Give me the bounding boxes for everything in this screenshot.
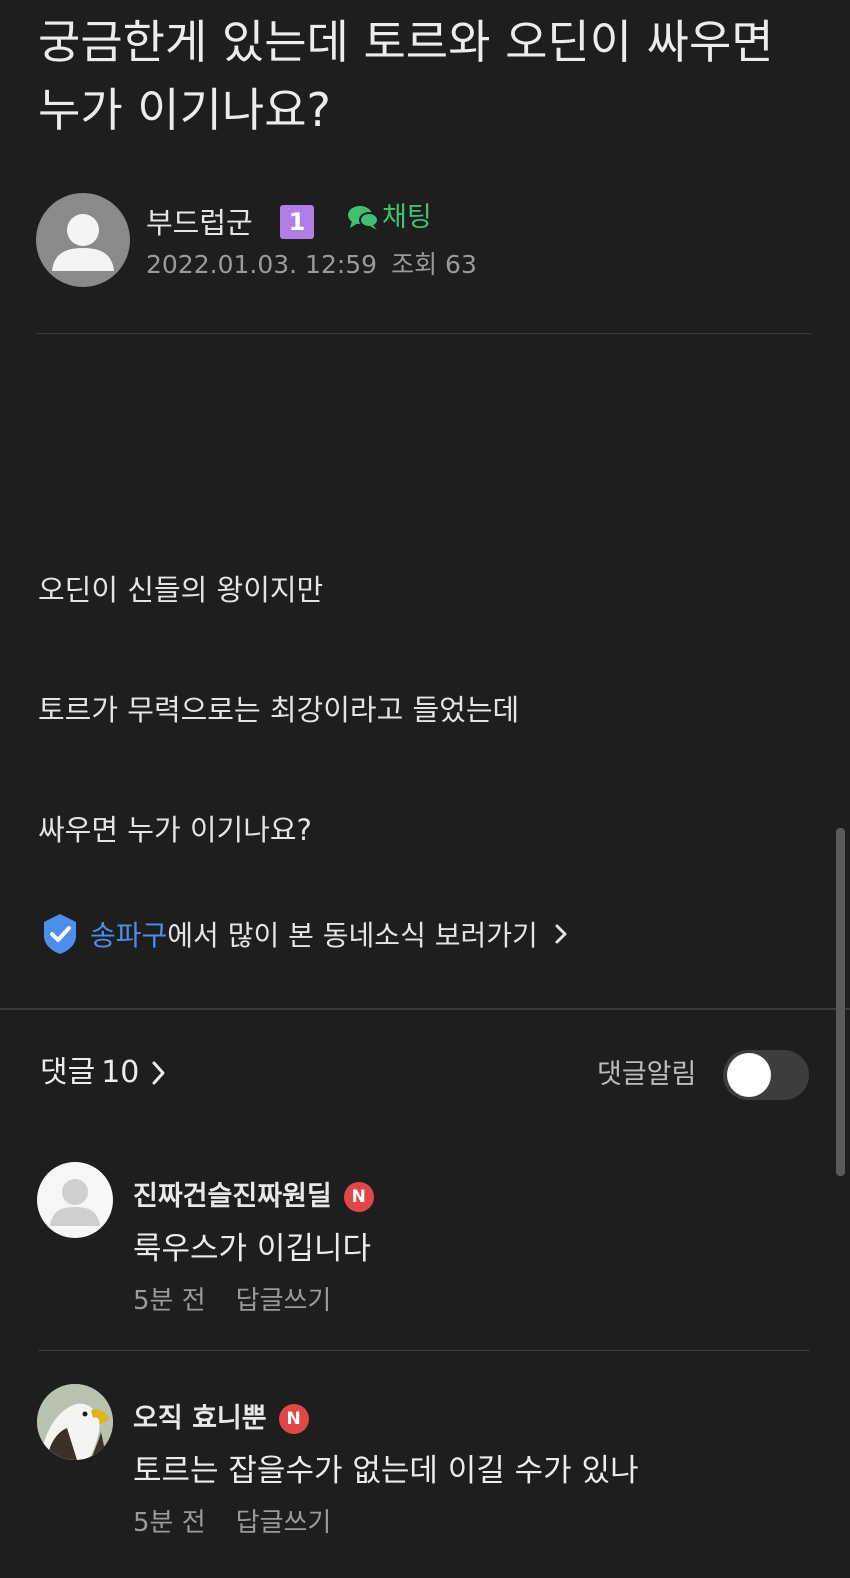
- divider: [36, 333, 811, 334]
- comment-text: 룩우스가 이깁니다: [133, 1231, 372, 1267]
- comment-time: 5분 전: [133, 1286, 206, 1316]
- post-date: 2022.01.03. 12:59: [146, 250, 378, 279]
- reply-button[interactable]: 답글쓰기: [236, 1283, 332, 1319]
- verified-location-icon: [44, 914, 76, 954]
- comment-author-name[interactable]: 진짜건슬진짜원딜: [133, 1179, 332, 1215]
- comment-author-name[interactable]: 오직 효니뿐: [133, 1401, 267, 1437]
- new-badge: N: [278, 1404, 309, 1434]
- comment-avatar[interactable]: [37, 1384, 113, 1460]
- scrollbar[interactable]: [836, 828, 845, 1176]
- eagle-avatar-icon: [37, 1384, 113, 1460]
- local-news-text: 에서 많이 본 동네소식 보러가기: [167, 919, 538, 952]
- comment-author-row: 오직 효니뿐 N: [133, 1401, 309, 1437]
- chat-bubble-icon: [348, 206, 379, 230]
- comments-header[interactable]: 댓글 10: [40, 1051, 173, 1095]
- post-meta: 2022.01.03. 12:59 조회 63: [146, 247, 477, 283]
- comment-notification-label: 댓글알림: [597, 1059, 697, 1090]
- comment-author-row: 진짜건슬진짜원딜 N: [133, 1179, 374, 1215]
- comment-notification-toggle[interactable]: [723, 1050, 809, 1100]
- comment-avatar[interactable]: [37, 1162, 113, 1238]
- author-name[interactable]: 부드럽군: [146, 203, 253, 243]
- post-body-line: 오딘이 신들의 왕이지만: [38, 573, 324, 607]
- chat-label: 채팅: [382, 202, 432, 233]
- reply-button[interactable]: 답글쓰기: [236, 1505, 332, 1541]
- author-avatar[interactable]: [36, 193, 130, 287]
- chevron-right-icon: [555, 924, 567, 944]
- post-title: 궁금한게 있는데 토르와 오딘이 싸우면 누가 이기나요?: [38, 15, 774, 137]
- comment-divider: [38, 1350, 810, 1351]
- default-profile-icon: [50, 1179, 100, 1226]
- chevron-right-icon: [152, 1061, 165, 1085]
- comments-count: 10: [101, 1055, 140, 1090]
- comment-meta: 5분 전 답글쓰기: [133, 1283, 331, 1319]
- comment-time: 5분 전: [133, 1508, 206, 1538]
- section-divider: [0, 1008, 850, 1010]
- view-count: 조회 63: [391, 250, 477, 279]
- comment-meta: 5분 전 답글쓰기: [133, 1505, 331, 1541]
- post-body-line: 싸우면 누가 이기나요?: [38, 813, 312, 847]
- district-name: 송파구: [90, 919, 168, 952]
- level-badge: 1: [280, 205, 314, 239]
- comment-text: 토르는 잡을수가 없는데 이길 수가 있나: [133, 1453, 639, 1489]
- chat-button[interactable]: 채팅: [346, 200, 432, 236]
- default-profile-icon: [52, 214, 114, 271]
- local-news-link[interactable]: 송파구 에서 많이 본 동네소식 보러가기: [40, 912, 576, 956]
- comments-label: 댓글: [40, 1055, 96, 1090]
- new-badge: N: [343, 1182, 374, 1212]
- toggle-knob: [727, 1053, 771, 1097]
- post-body-line: 토르가 무력으로는 최강이라고 들었는데: [38, 693, 520, 727]
